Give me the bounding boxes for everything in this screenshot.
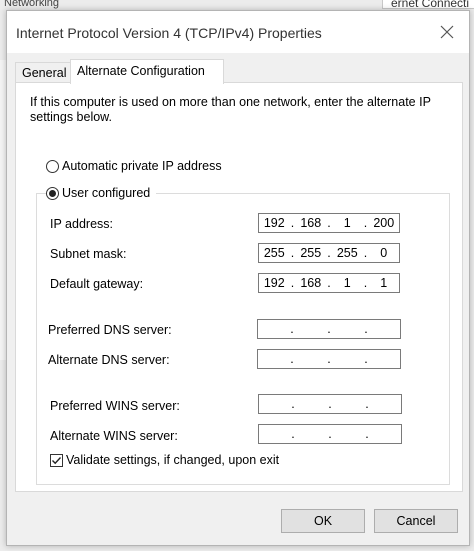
octet-separator: . xyxy=(291,397,295,411)
octet: 1 xyxy=(343,276,351,290)
octet-separator: . xyxy=(364,352,368,366)
tab-general[interactable]: General xyxy=(15,62,77,83)
octet: 168 xyxy=(300,216,322,230)
close-button[interactable] xyxy=(425,11,469,53)
preferred-wins-input[interactable]: . . . xyxy=(258,394,402,414)
octet-separator: . xyxy=(291,427,295,441)
tab-alternate-configuration[interactable]: Alternate Configuration xyxy=(70,59,224,84)
octet-separator: . xyxy=(327,322,331,336)
preferred-dns-input[interactable]: . . . xyxy=(257,319,401,339)
octet: 1 xyxy=(343,216,351,230)
octet-separator: . xyxy=(328,427,332,441)
alternate-wins-label: Alternate WINS server: xyxy=(50,429,178,443)
octet: 0 xyxy=(380,246,388,260)
intro-text: If this computer is used on more than on… xyxy=(30,95,431,124)
octet: 192 xyxy=(263,276,285,290)
octet: 255 xyxy=(263,246,285,260)
octet: 168 xyxy=(300,276,322,290)
user-configured-radio[interactable]: User configured xyxy=(46,186,157,200)
radio-label: Automatic private IP address xyxy=(62,159,222,173)
radio-selected-icon xyxy=(46,186,59,200)
subnet-mask-input[interactable]: 255. 255. 255. 0 xyxy=(258,243,400,263)
default-gateway-label: Default gateway: xyxy=(50,277,144,291)
octet: 255 xyxy=(300,246,322,260)
octet: 255 xyxy=(336,246,358,260)
checkbox-checked-icon xyxy=(50,453,63,467)
ipv4-properties-dialog: Internet Protocol Version 4 (TCP/IPv4) P… xyxy=(6,10,470,546)
octet: 1 xyxy=(380,276,388,290)
validate-settings-checkbox[interactable]: Validate settings, if changed, upon exit xyxy=(50,453,279,467)
subnet-mask-label: Subnet mask: xyxy=(50,247,127,261)
preferred-wins-label: Preferred WINS server: xyxy=(50,399,180,413)
radio-label: User configured xyxy=(62,186,151,200)
cancel-button[interactable]: Cancel xyxy=(374,509,458,533)
title-bar: Internet Protocol Version 4 (TCP/IPv4) P… xyxy=(7,11,469,53)
alternate-configuration-panel: If this computer is used on more than on… xyxy=(15,82,463,492)
octet-separator: . xyxy=(290,352,294,366)
dialog-title: Internet Protocol Version 4 (TCP/IPv4) P… xyxy=(16,25,322,41)
octet-separator: . xyxy=(327,352,331,366)
background-window-fragment: ernet Connecti xyxy=(382,0,474,9)
octet: 192 xyxy=(263,216,285,230)
alternate-dns-label: Alternate DNS server: xyxy=(48,353,170,367)
octet: 200 xyxy=(373,216,395,230)
ip-address-input[interactable]: 192. 168. 1. 200 xyxy=(258,213,400,233)
default-gateway-input[interactable]: 192. 168. 1. 1 xyxy=(258,273,400,293)
radio-unselected-icon xyxy=(46,159,59,173)
octet-separator: . xyxy=(365,397,369,411)
ip-address-label: IP address: xyxy=(50,217,114,231)
automatic-private-ip-radio[interactable]: Automatic private IP address xyxy=(46,159,222,173)
checkbox-label: Validate settings, if changed, upon exit xyxy=(66,453,280,467)
ok-button[interactable]: OK xyxy=(281,509,365,533)
octet-separator: . xyxy=(364,322,368,336)
close-icon xyxy=(440,25,454,39)
octet-separator: . xyxy=(365,427,369,441)
octet-separator: . xyxy=(328,397,332,411)
octet-separator: . xyxy=(290,322,294,336)
alternate-dns-input[interactable]: . . . xyxy=(257,349,401,369)
preferred-dns-label: Preferred DNS server: xyxy=(48,323,172,337)
alternate-wins-input[interactable]: . . . xyxy=(258,424,402,444)
